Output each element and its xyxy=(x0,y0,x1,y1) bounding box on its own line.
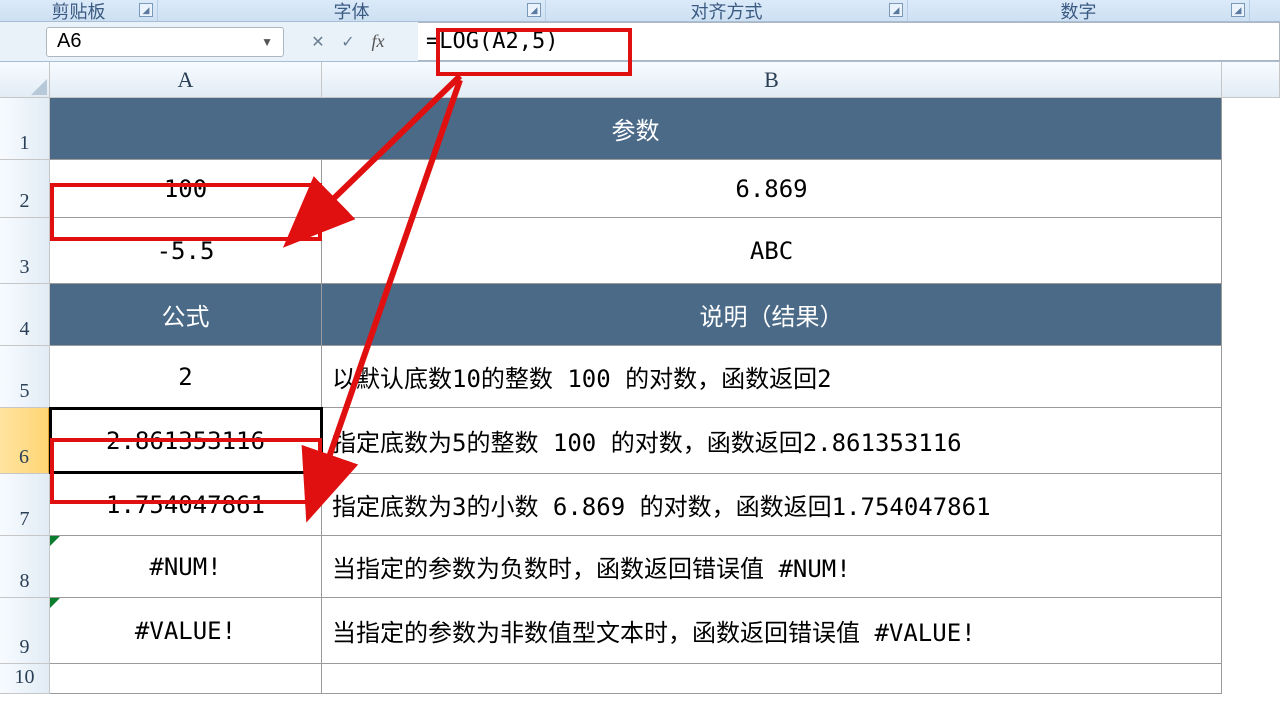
row-header[interactable]: 8 xyxy=(0,536,50,598)
select-all-corner[interactable] xyxy=(0,62,50,97)
dialog-launcher-icon[interactable]: ◢ xyxy=(889,3,903,17)
table-row: 1.754047861指定底数为3的小数 6.869 的对数，函数返回1.754… xyxy=(50,474,1222,536)
ribbon-group-alignment: 对齐方式 ◢ xyxy=(546,0,908,21)
ribbon-group-labels: 剪贴板 ◢ 字体 ◢ 对齐方式 ◢ 数字 ◢ xyxy=(0,0,1280,22)
formula-bar-row: A6 ▼ ✕ ✓ fx =LOG(A2,5) xyxy=(0,22,1280,62)
error-indicator-icon xyxy=(50,536,60,546)
cell[interactable] xyxy=(50,664,322,693)
row-header[interactable]: 6 xyxy=(0,408,50,474)
column-header-B[interactable]: B xyxy=(322,62,1222,97)
table-row xyxy=(50,664,1222,694)
table-row: #VALUE!当指定的参数为非数值型文本时，函数返回错误值 #VALUE! xyxy=(50,598,1222,664)
cell[interactable]: #VALUE! xyxy=(50,598,322,663)
ribbon-group-label: 剪贴板 xyxy=(52,0,106,24)
ribbon-group-number: 数字 ◢ xyxy=(908,0,1250,21)
ribbon-group-clipboard: 剪贴板 ◢ xyxy=(0,0,158,21)
fill-handle[interactable] xyxy=(318,470,326,478)
row-header[interactable]: 7 xyxy=(0,474,50,536)
row-header[interactable]: 4 xyxy=(0,284,50,346)
grid-body: 12345678910 参数1006.869-5.5ABC公式说明（结果）2以默… xyxy=(0,98,1280,694)
row-header[interactable]: 3 xyxy=(0,218,50,284)
cell[interactable]: 说明（结果） xyxy=(322,284,1222,345)
cell[interactable]: 指定底数为3的小数 6.869 的对数，函数返回1.754047861 xyxy=(322,474,1222,535)
cell[interactable] xyxy=(322,664,1222,693)
ribbon-group-font: 字体 ◢ xyxy=(158,0,546,21)
ribbon-group-label: 数字 xyxy=(1061,0,1097,24)
table-row: -5.5ABC xyxy=(50,218,1222,284)
error-indicator-icon xyxy=(50,598,60,608)
cell[interactable]: 1.754047861 xyxy=(50,474,322,535)
cell[interactable]: -5.5 xyxy=(50,218,322,283)
row-header[interactable]: 2 xyxy=(0,160,50,218)
dialog-launcher-icon[interactable]: ◢ xyxy=(139,3,153,17)
column-headers: A B xyxy=(0,62,1280,98)
cell[interactable]: 2.861353116 xyxy=(50,408,322,473)
cell[interactable]: #NUM! xyxy=(50,536,322,597)
table-row: 2以默认底数10的整数 100 的对数，函数返回2 xyxy=(50,346,1222,408)
cell[interactable]: 100 xyxy=(50,160,322,217)
table-row: 参数 xyxy=(50,98,1222,160)
chevron-down-icon[interactable]: ▼ xyxy=(261,35,273,49)
formula-input[interactable]: =LOG(A2,5) xyxy=(418,22,1280,61)
column-header-empty[interactable] xyxy=(1222,62,1280,97)
dialog-launcher-icon[interactable]: ◢ xyxy=(1231,3,1245,17)
merged-header-cell[interactable]: 参数 xyxy=(50,98,1222,159)
ribbon-group-label: 字体 xyxy=(334,0,370,24)
cell[interactable]: 以默认底数10的整数 100 的对数，函数返回2 xyxy=(322,346,1222,407)
name-box[interactable]: A6 ▼ xyxy=(46,27,284,57)
formula-text: =LOG(A2,5) xyxy=(426,29,558,54)
table-row: 公式说明（结果） xyxy=(50,284,1222,346)
fx-icon[interactable]: fx xyxy=(366,30,390,54)
table-row: 2.861353116指定底数为5的整数 100 的对数，函数返回2.86135… xyxy=(50,408,1222,474)
cell[interactable]: 公式 xyxy=(50,284,322,345)
row-header[interactable]: 10 xyxy=(0,664,50,694)
dialog-launcher-icon[interactable]: ◢ xyxy=(527,3,541,17)
cell[interactable]: 当指定的参数为负数时，函数返回错误值 #NUM! xyxy=(322,536,1222,597)
enter-formula-icon[interactable]: ✓ xyxy=(336,30,360,54)
ribbon-group-label: 对齐方式 xyxy=(691,0,763,24)
row-header[interactable]: 5 xyxy=(0,346,50,408)
cell[interactable]: 2 xyxy=(50,346,322,407)
table-row: 1006.869 xyxy=(50,160,1222,218)
cancel-formula-icon[interactable]: ✕ xyxy=(306,30,330,54)
cell[interactable]: ABC xyxy=(322,218,1222,283)
cells-area[interactable]: 参数1006.869-5.5ABC公式说明（结果）2以默认底数10的整数 100… xyxy=(50,98,1222,694)
cell[interactable]: 6.869 xyxy=(322,160,1222,217)
cell[interactable]: 当指定的参数为非数值型文本时，函数返回错误值 #VALUE! xyxy=(322,598,1222,663)
table-row: #NUM!当指定的参数为负数时，函数返回错误值 #NUM! xyxy=(50,536,1222,598)
row-headers: 12345678910 xyxy=(0,98,50,694)
row-header[interactable]: 1 xyxy=(0,98,50,160)
cell[interactable]: 指定底数为5的整数 100 的对数，函数返回2.861353116 xyxy=(322,408,1222,473)
name-box-value: A6 xyxy=(57,30,81,53)
row-header[interactable]: 9 xyxy=(0,598,50,664)
column-header-A[interactable]: A xyxy=(50,62,322,97)
